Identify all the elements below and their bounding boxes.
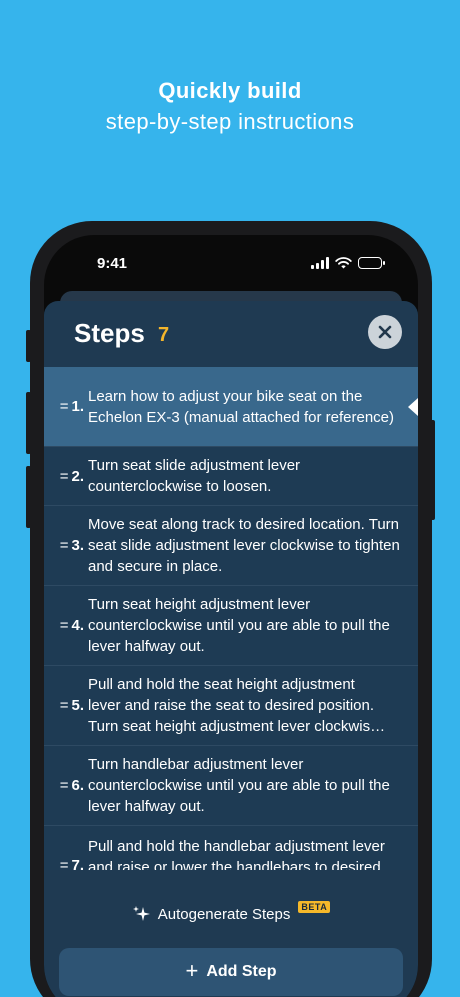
status-bar: 9:41 — [44, 253, 418, 277]
drag-handle-icon[interactable]: = — [60, 777, 69, 794]
step-text-line: lever and raise the seat to desired posi… — [88, 697, 375, 714]
headline-subtitle: step-by-step instructions — [105, 109, 355, 134]
status-icons — [311, 257, 385, 269]
step-number: 3. — [71, 537, 84, 554]
close-x-icon — [378, 325, 392, 339]
step-number: 5. — [71, 697, 84, 714]
drag-handle-icon[interactable]: = — [60, 537, 69, 554]
step-row[interactable]: = 5. Pull and hold the seat height adjus… — [44, 666, 418, 746]
step-text: Pull and hold the seat height adjustment… — [88, 674, 418, 737]
selection-pointer-icon — [408, 397, 418, 416]
step-text-line: Pull and hold the seat height adjustment — [88, 676, 355, 693]
autogenerate-label: Autogenerate Steps — [157, 905, 291, 923]
sparkles-icon — [132, 906, 150, 921]
promo-canvas: Quickly build step-by-step instructions … — [0, 0, 460, 997]
phone-screen: 9:41 Steps 7 = 1. Learn how to adjust yo… — [44, 235, 418, 997]
drag-handle-icon[interactable]: = — [60, 468, 69, 485]
drag-handle-icon[interactable]: = — [60, 617, 69, 634]
plus-icon: + — [185, 957, 199, 983]
step-number: 2. — [71, 467, 84, 485]
step-prefix: = 4. — [44, 617, 88, 634]
step-prefix: = 1. — [44, 398, 88, 415]
step-row[interactable]: = 7. Pull and hold the handlebar adjustm… — [44, 826, 418, 870]
step-prefix: = 3. — [44, 537, 88, 554]
add-step-label: Add Step — [206, 963, 277, 980]
step-row[interactable]: = 2. Turn seat slide adjustment lever co… — [44, 447, 418, 506]
drag-handle-icon[interactable]: = — [60, 697, 69, 714]
step-text: Pull and hold the handlebar adjustment l… — [88, 836, 418, 870]
step-text-line: and raise or lower the handlebars to des… — [88, 859, 381, 870]
drag-handle-icon[interactable]: = — [60, 857, 69, 870]
step-text: Turn seat height adjustment lever counte… — [88, 596, 390, 655]
step-row[interactable]: = 3. Move seat along track to desired lo… — [44, 506, 418, 586]
step-number: 4. — [71, 617, 84, 634]
drag-handle-icon[interactable]: = — [60, 398, 69, 415]
steps-count: 7 — [158, 324, 170, 346]
status-time: 9:41 — [97, 255, 128, 272]
step-text: Move seat along track to desired locatio… — [88, 516, 400, 575]
step-prefix: = 6. — [44, 777, 88, 794]
step-prefix: = 7. — [44, 857, 88, 870]
step-number: 1. — [71, 398, 84, 415]
step-row[interactable]: = 1. Learn how to adjust your bike seat … — [44, 367, 418, 447]
sheet-header: Steps 7 — [44, 301, 418, 367]
step-number: 6. — [71, 777, 84, 794]
step-row[interactable]: = 6. Turn handlebar adjustment lever cou… — [44, 746, 418, 826]
headline-title: Quickly build — [158, 78, 302, 103]
promo-headline: Quickly build step-by-step instructions — [0, 76, 460, 138]
battery-icon — [358, 257, 385, 269]
beta-badge: BETA — [298, 901, 331, 913]
step-text-line: Turn seat height adjustment lever clockw… — [88, 718, 386, 735]
autogenerate-steps-button[interactable]: Autogenerate Steps BETA — [44, 899, 418, 929]
step-text: Turn seat slide adjustment lever counter… — [88, 457, 301, 495]
cellular-signal-icon — [311, 257, 329, 269]
step-text-line: Pull and hold the handlebar adjustment l… — [88, 838, 385, 855]
step-prefix: = 5. — [44, 697, 88, 714]
step-text: Learn how to adjust your bike seat on th… — [88, 387, 394, 426]
step-number: 7. — [71, 857, 84, 870]
step-prefix: = 2. — [44, 468, 88, 485]
wifi-icon — [335, 257, 352, 269]
step-text: Turn handlebar adjustment lever counterc… — [88, 756, 390, 815]
add-step-button[interactable]: + Add Step — [59, 948, 403, 996]
close-button[interactable] — [368, 315, 402, 349]
steps-list[interactable]: = 1. Learn how to adjust your bike seat … — [44, 367, 418, 870]
step-row[interactable]: = 4. Turn seat height adjustment lever c… — [44, 586, 418, 666]
steps-sheet: Steps 7 = 1. Learn how to adjust your bi… — [44, 301, 418, 997]
sheet-title: Steps — [74, 318, 145, 348]
